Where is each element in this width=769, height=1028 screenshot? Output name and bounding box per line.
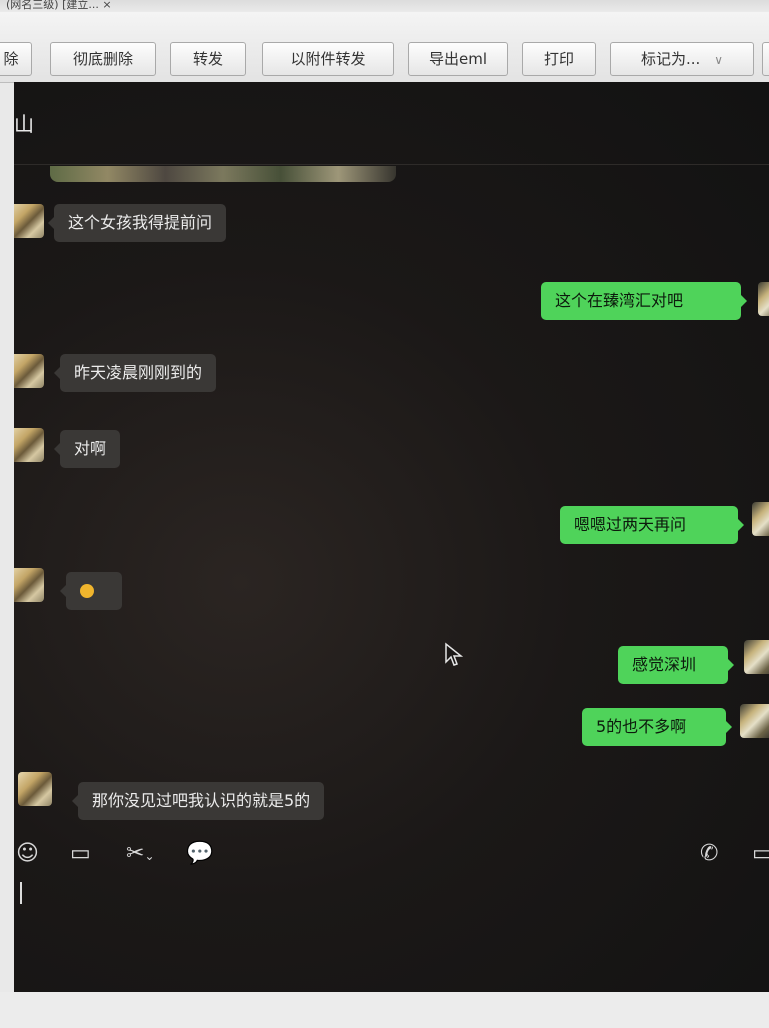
my-avatar[interactable] — [758, 282, 769, 316]
folder-icon[interactable]: ▭ — [70, 842, 91, 866]
text-caret — [20, 882, 22, 904]
chevron-down-icon: ∨ — [714, 53, 724, 67]
message-bubble-incoming[interactable]: 对啊 — [53, 430, 121, 468]
window-tab-strip: (网名三级) [建立... × — [0, 0, 769, 12]
export-eml-button[interactable]: 导出eml — [408, 42, 508, 76]
mouse-cursor-icon — [445, 642, 464, 666]
contact-avatar[interactable] — [14, 568, 44, 602]
chevron-down-icon[interactable]: ⌄ — [144, 849, 154, 863]
window-footer — [0, 992, 769, 1028]
message-bubble-outgoing[interactable]: 嗯嗯过两天再问 — [560, 506, 744, 544]
ok-hand-emoji-icon — [80, 584, 94, 598]
scissors-icon[interactable]: ✂⌄ — [126, 842, 155, 868]
chat-title: 山 — [14, 112, 34, 136]
message-bubble-incoming[interactable]: 昨天凌晨刚刚到的 — [53, 354, 217, 392]
permanent-delete-button[interactable]: 彻底删除 — [50, 42, 156, 76]
message-bubble-incoming[interactable] — [60, 572, 122, 610]
chat-bubble-icon[interactable]: 💬 — [186, 842, 213, 866]
my-avatar[interactable] — [752, 502, 769, 536]
contact-avatar[interactable] — [18, 772, 52, 806]
forward-as-attachment-button[interactable]: 以附件转发 — [262, 42, 394, 76]
message-bubble-incoming[interactable]: 这个女孩我得提前问 — [47, 204, 227, 242]
print-button[interactable]: 打印 — [522, 42, 596, 76]
message-bubble-outgoing[interactable]: 5的也不多啊 — [582, 708, 732, 746]
message-input-area[interactable]: ☺ ▭ ✂⌄ 💬 ✆ ▭ — [14, 822, 769, 992]
forward-button[interactable]: 转发 — [170, 42, 246, 76]
video-icon[interactable]: ▭ — [752, 842, 769, 866]
delete-button[interactable]: 除 — [0, 42, 32, 76]
contact-avatar[interactable] — [14, 204, 44, 238]
my-avatar[interactable] — [744, 640, 769, 674]
my-avatar[interactable] — [740, 704, 769, 738]
mark-as-dropdown[interactable]: 标记为... ∨ — [610, 42, 754, 76]
chat-window: 山 这个女孩我得提前问 这个在臻湾汇对吧 昨天凌晨刚刚到的 对啊 嗯嗯过两天再问… — [14, 82, 769, 992]
contact-avatar[interactable] — [14, 354, 44, 388]
phone-icon[interactable]: ✆ — [700, 842, 718, 866]
message-bubble-outgoing[interactable]: 这个在臻湾汇对吧 — [541, 282, 747, 320]
toolbar-overflow-button[interactable] — [762, 42, 769, 76]
contact-avatar[interactable] — [14, 428, 44, 462]
mail-toolbar: 除 彻底删除 转发 以附件转发 导出eml 打印 标记为... ∨ — [0, 12, 769, 83]
image-message-fragment[interactable] — [50, 166, 396, 182]
tab-fragment-label: (网名三级) [建立... × — [6, 0, 112, 11]
message-bubble-outgoing[interactable]: 感觉深圳 — [618, 646, 734, 684]
emoji-icon[interactable]: ☺ — [16, 842, 39, 866]
title-divider — [14, 164, 769, 165]
message-bubble-incoming[interactable]: 那你没见过吧我认识的就是5的 — [71, 782, 325, 820]
